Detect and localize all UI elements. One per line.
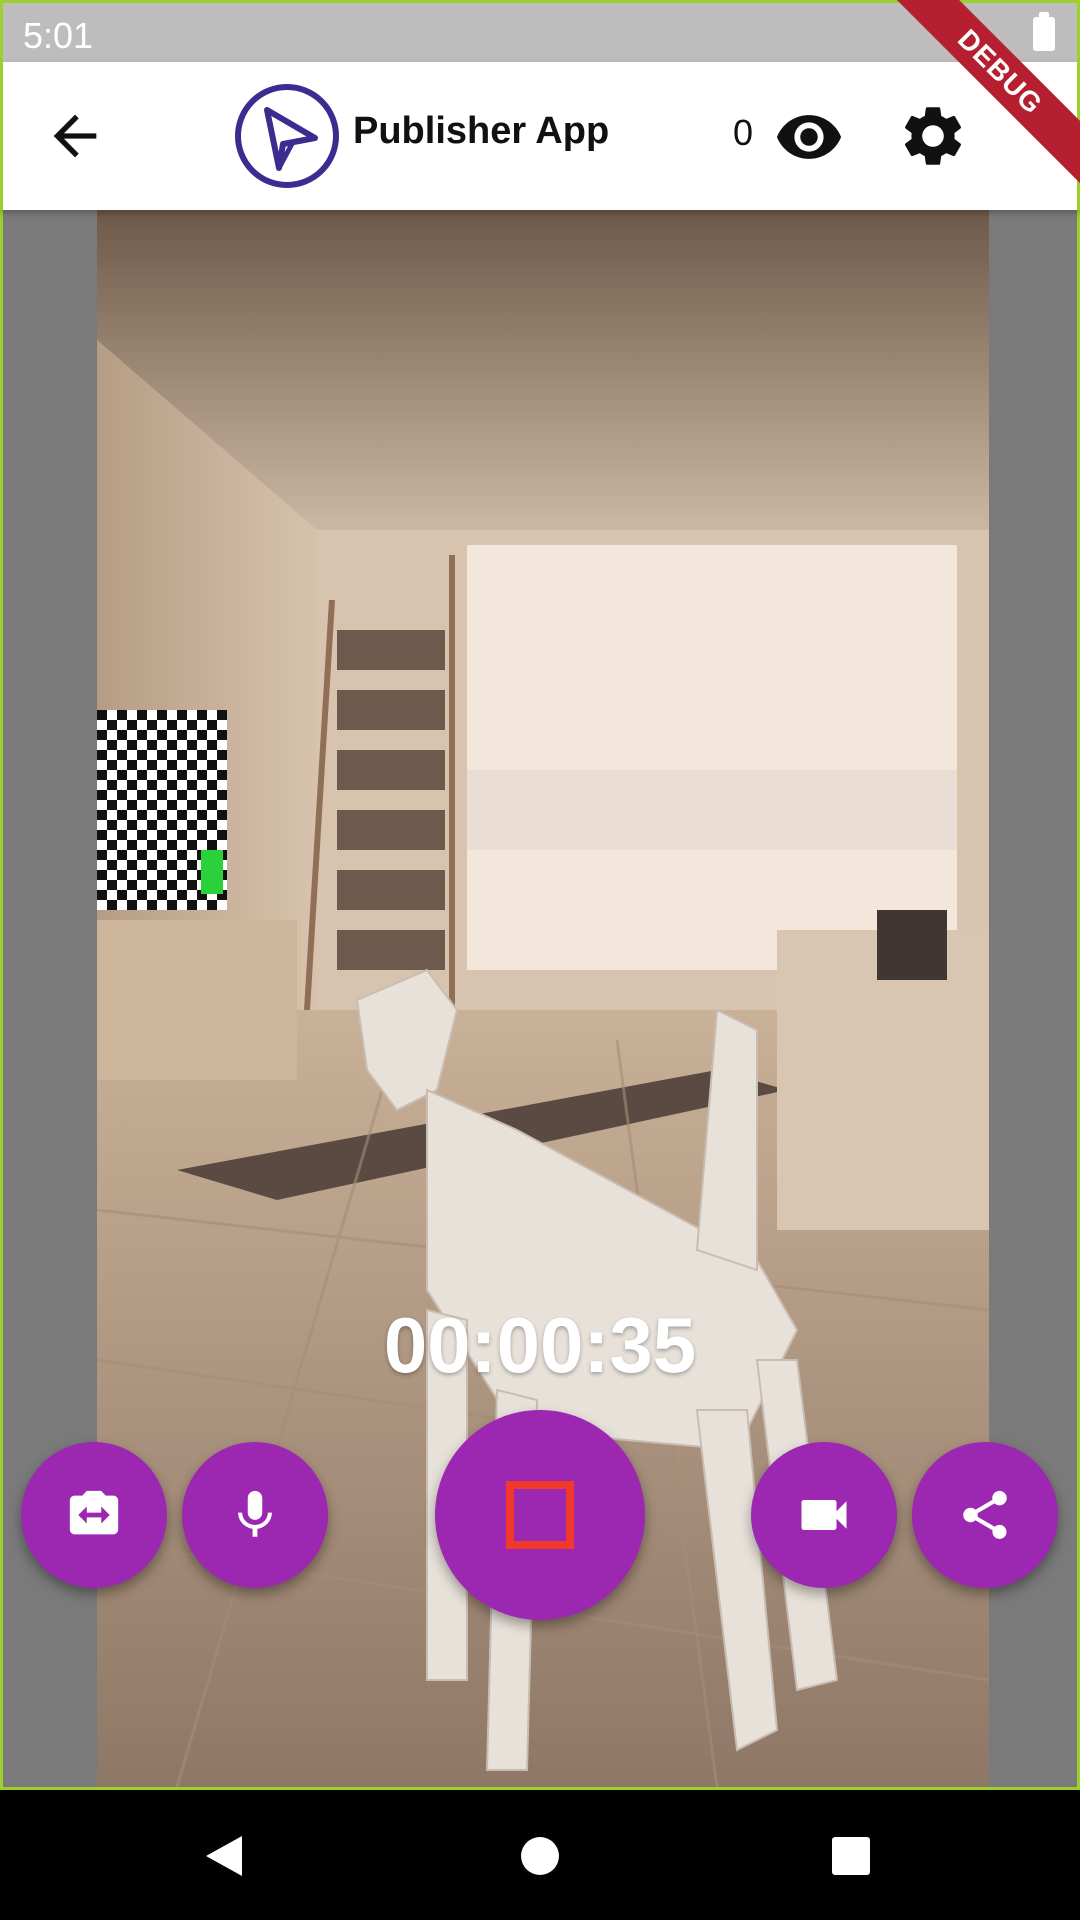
- elapsed-timer: 00:00:35: [383, 1301, 697, 1389]
- back-button[interactable]: [43, 104, 107, 168]
- eye-icon: [771, 102, 847, 172]
- nav-recents-icon[interactable]: [831, 1836, 871, 1876]
- status-time: 5:01: [23, 15, 94, 56]
- switch-camera-icon: [69, 1490, 119, 1535]
- stop-icon: [506, 1481, 574, 1549]
- stop-recording-button[interactable]: [435, 1410, 645, 1620]
- gear-icon: [904, 107, 962, 165]
- nav-home-icon[interactable]: [520, 1836, 560, 1876]
- arrow-back-icon: [53, 114, 97, 158]
- app-bar: Publisher App 0: [0, 62, 1080, 210]
- viewer-count: 0: [733, 112, 754, 153]
- share-icon: [963, 1490, 1007, 1539]
- videocam-icon: [801, 1500, 847, 1530]
- video-button[interactable]: [751, 1442, 897, 1588]
- app-title: Publisher App: [353, 110, 610, 152]
- mic-icon: [238, 1490, 272, 1537]
- battery-icon: [1033, 12, 1055, 51]
- microphone-button[interactable]: [182, 1442, 328, 1588]
- app-logo: [233, 82, 341, 190]
- system-nav-bar: [0, 1790, 1080, 1920]
- nav-back-icon[interactable]: [202, 1834, 246, 1878]
- settings-button[interactable]: [897, 100, 969, 172]
- share-button[interactable]: [912, 1442, 1058, 1588]
- switch-camera-button[interactable]: [21, 1442, 167, 1588]
